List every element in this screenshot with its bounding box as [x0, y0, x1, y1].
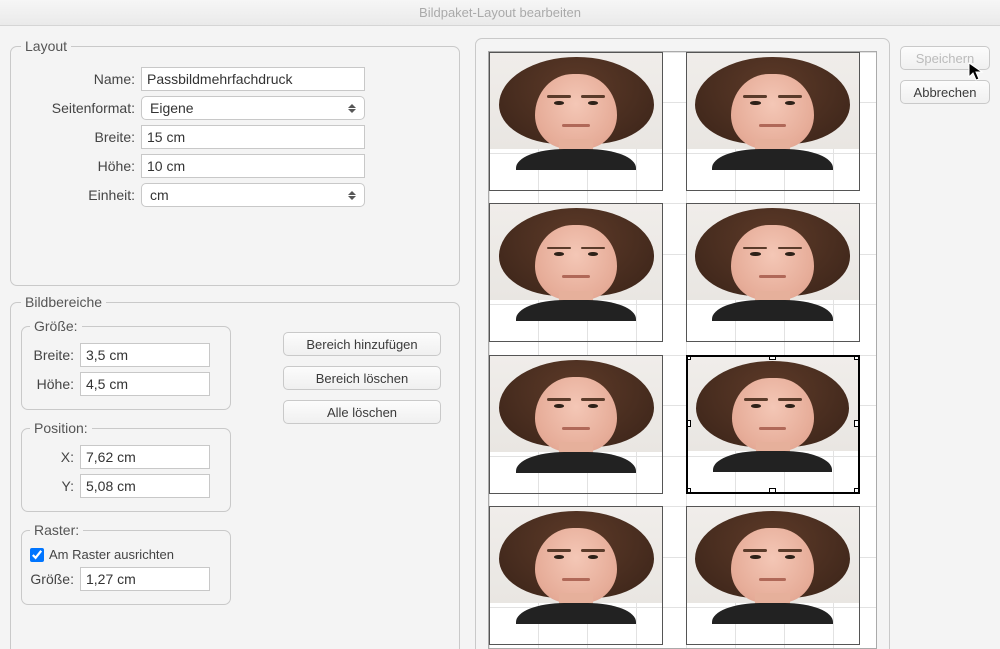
area-width-input[interactable] — [80, 343, 210, 367]
area-height-label: Höhe: — [30, 376, 80, 392]
y-label: Y: — [30, 478, 80, 494]
photo-slot[interactable] — [489, 355, 663, 494]
snap-label[interactable]: Am Raster ausrichten — [49, 547, 174, 562]
delete-area-button[interactable]: Bereich löschen — [283, 366, 441, 390]
raster-legend: Raster: — [30, 522, 83, 538]
portrait-image — [688, 357, 858, 452]
preview-page[interactable] — [488, 51, 877, 649]
page-height-label: Höhe: — [21, 158, 141, 174]
photo-slot[interactable] — [686, 203, 860, 342]
portrait-image — [490, 507, 662, 603]
portrait-image — [687, 204, 859, 300]
photo-slot[interactable] — [489, 203, 663, 342]
selection-handle[interactable] — [854, 355, 860, 360]
page-height-input[interactable] — [141, 154, 365, 178]
save-button[interactable]: Speichern — [900, 46, 990, 70]
pageformat-value: Eigene — [150, 100, 194, 116]
pageformat-label: Seitenformat: — [21, 100, 141, 116]
selection-handle[interactable] — [686, 420, 691, 427]
x-input[interactable] — [80, 445, 210, 469]
raster-size-label: Größe: — [30, 571, 80, 587]
portrait-image — [490, 53, 662, 149]
image-areas-group: Bildbereiche Größe: Breite: Höhe: Positi… — [10, 294, 460, 649]
add-area-button[interactable]: Bereich hinzufügen — [283, 332, 441, 356]
name-input[interactable] — [141, 67, 365, 91]
layout-legend: Layout — [21, 38, 71, 54]
selection-handle[interactable] — [854, 488, 860, 494]
updown-arrows-icon — [344, 187, 360, 203]
unit-value: cm — [150, 187, 169, 203]
y-input[interactable] — [80, 474, 210, 498]
unit-select[interactable]: cm — [141, 183, 365, 207]
size-group: Größe: Breite: Höhe: — [21, 318, 231, 410]
raster-group: Raster: Am Raster ausrichten Größe: — [21, 522, 231, 605]
photo-slot[interactable] — [489, 506, 663, 645]
selection-handle[interactable] — [854, 420, 860, 427]
name-label: Name: — [21, 71, 141, 87]
area-width-label: Breite: — [30, 347, 80, 363]
updown-arrows-icon — [344, 100, 360, 116]
portrait-image — [687, 507, 859, 603]
portrait-image — [687, 53, 859, 149]
image-areas-legend: Bildbereiche — [21, 294, 106, 310]
unit-label: Einheit: — [21, 187, 141, 203]
window-title: Bildpaket-Layout bearbeiten — [0, 0, 1000, 26]
selection-handle[interactable] — [769, 488, 776, 494]
snap-checkbox[interactable] — [30, 548, 44, 562]
cancel-button[interactable]: Abbrechen — [900, 80, 990, 104]
selection-handle[interactable] — [686, 355, 691, 360]
position-group: Position: X: Y: — [21, 420, 231, 512]
photo-slot[interactable] — [489, 52, 663, 191]
portrait-image — [490, 356, 662, 452]
portrait-image — [490, 204, 662, 300]
layout-group: Layout Name: Seitenformat: Eigene Breite… — [10, 38, 460, 286]
preview-panel — [475, 38, 890, 649]
photo-slot[interactable] — [686, 506, 860, 645]
photo-slot[interactable] — [686, 52, 860, 191]
position-legend: Position: — [30, 420, 92, 436]
x-label: X: — [30, 449, 80, 465]
area-height-input[interactable] — [80, 372, 210, 396]
size-legend: Größe: — [30, 318, 82, 334]
page-width-input[interactable] — [141, 125, 365, 149]
photo-slot[interactable] — [686, 355, 860, 494]
selection-handle[interactable] — [769, 355, 776, 360]
pageformat-select[interactable]: Eigene — [141, 96, 365, 120]
delete-all-button[interactable]: Alle löschen — [283, 400, 441, 424]
selection-handle[interactable] — [686, 488, 691, 494]
raster-size-input[interactable] — [80, 567, 210, 591]
page-width-label: Breite: — [21, 129, 141, 145]
